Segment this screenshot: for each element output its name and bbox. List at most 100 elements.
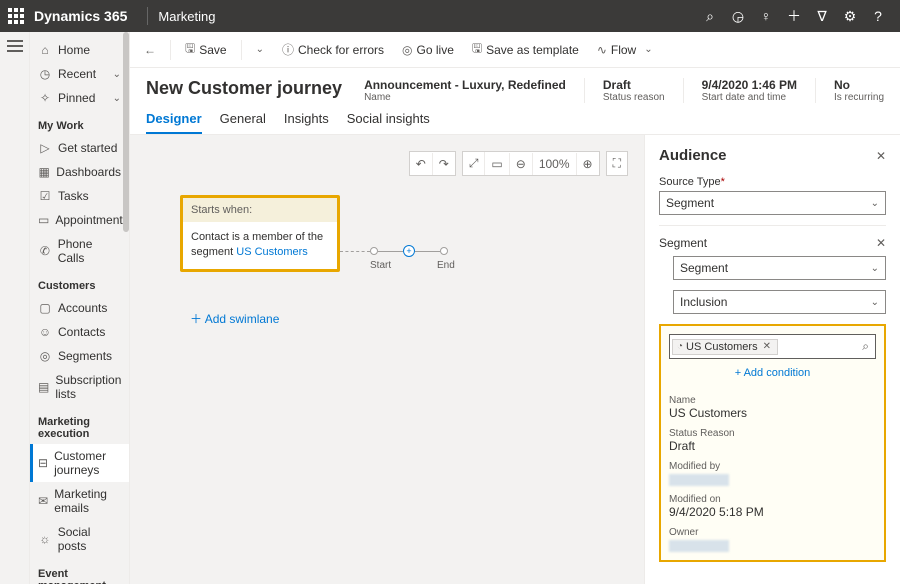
minimap-button[interactable]: ▭ bbox=[485, 153, 509, 175]
tab-insights[interactable]: Insights bbox=[284, 111, 329, 134]
nav-icon: ⌂ bbox=[38, 43, 52, 57]
nav-label: Contacts bbox=[58, 325, 105, 339]
tab-general[interactable]: General bbox=[220, 111, 266, 134]
nav-label: Social posts bbox=[58, 525, 121, 553]
nav-icon: ▦ bbox=[38, 165, 50, 179]
add-swimlane-button[interactable]: ＋ Add swimlane bbox=[190, 310, 279, 327]
check-label: Check for errors bbox=[298, 43, 384, 57]
chevron-down-icon: ⌄ bbox=[113, 93, 121, 104]
zoom-out-button[interactable]: ⊖ bbox=[510, 153, 533, 175]
nav-icon: ✆ bbox=[38, 244, 52, 258]
sidebar-item-marketing-emails[interactable]: ✉Marketing emails bbox=[30, 482, 129, 520]
sidebar-item-appointments[interactable]: ▭Appointments bbox=[30, 208, 129, 232]
flow-button[interactable]: ∿Flow⌄ bbox=[593, 40, 661, 60]
meta-value: 9/4/2020 1:46 PM bbox=[702, 78, 797, 92]
nav-group: Event management bbox=[30, 558, 129, 584]
sidebar-item-home[interactable]: ⌂Home bbox=[30, 38, 129, 62]
addlane-label: Add swimlane bbox=[205, 312, 280, 326]
chevron-down-icon: ⌄ bbox=[113, 69, 121, 80]
close-panel-button[interactable]: ✕ bbox=[876, 149, 886, 163]
sidebar-item-dashboards[interactable]: ▦Dashboards bbox=[30, 160, 129, 184]
segment-detail-highlight: ◔US Customers✕ ⌕ + Add condition NameUS … bbox=[659, 324, 886, 562]
sidebar-item-segments[interactable]: ◎Segments bbox=[30, 344, 129, 368]
designer-canvas[interactable]: ↶↷ ⤢▭⊖100%⊕ ⛶ Starts when: Contact is a … bbox=[130, 135, 644, 584]
flow-connector: + bbox=[340, 245, 448, 257]
meta-label: Is recurring bbox=[834, 92, 884, 103]
segment-lookup-input[interactable]: ◔US Customers✕ ⌕ bbox=[669, 334, 876, 359]
header-meta-cell: DraftStatus reason bbox=[603, 78, 665, 103]
canvas-toolbar: ↶↷ ⤢▭⊖100%⊕ ⛶ bbox=[409, 151, 628, 176]
start-label: Start bbox=[370, 260, 391, 271]
sidebar-item-phone-calls[interactable]: ✆Phone Calls bbox=[30, 232, 129, 270]
tab-list: Designer General Insights Social insights bbox=[130, 103, 900, 135]
sidebar-item-recent[interactable]: ◷Recent⌄ bbox=[30, 62, 129, 86]
segment-link[interactable]: US Customers bbox=[236, 246, 308, 258]
sidebar-scrollbar[interactable] bbox=[123, 32, 129, 232]
lightbulb-icon[interactable]: ♀ bbox=[752, 8, 780, 24]
expand-button[interactable]: ⤢ bbox=[463, 152, 486, 175]
tab-social-insights[interactable]: Social insights bbox=[347, 111, 430, 134]
hamburger-icon[interactable] bbox=[7, 40, 23, 52]
gear-icon[interactable]: ⚙ bbox=[836, 8, 864, 25]
nav-group: Marketing execution bbox=[30, 406, 129, 444]
filter-icon[interactable]: ∇ bbox=[808, 8, 836, 25]
segment-type-select[interactable]: Segment⌄ bbox=[673, 256, 886, 280]
sidebar-item-accounts[interactable]: ▢Accounts bbox=[30, 296, 129, 320]
sidebar-item-get-started[interactable]: ▷Get started bbox=[30, 136, 129, 160]
end-node[interactable] bbox=[440, 247, 448, 255]
nav-icon: ▭ bbox=[38, 213, 49, 227]
help-icon[interactable]: ? bbox=[864, 8, 892, 24]
journey-start-tile[interactable]: Starts when: Contact is a member of the … bbox=[180, 195, 340, 272]
save-button[interactable]: 🖫Save bbox=[181, 36, 231, 63]
detail-label: Modified on bbox=[669, 494, 876, 505]
nav-label: Marketing emails bbox=[54, 487, 121, 515]
sidebar-item-pinned[interactable]: ✧Pinned⌄ bbox=[30, 86, 129, 110]
segment-chip: ◔US Customers✕ bbox=[672, 339, 778, 355]
flow-label: Flow bbox=[611, 43, 636, 57]
sidebar-item-tasks[interactable]: ☑Tasks bbox=[30, 184, 129, 208]
detail-value: US Customers bbox=[669, 406, 876, 420]
chevron-down-icon: ⌄ bbox=[871, 297, 879, 308]
source-type-select[interactable]: Segment⌄ bbox=[659, 191, 886, 215]
meta-value: No bbox=[834, 78, 884, 92]
back-button[interactable]: ← bbox=[140, 40, 160, 60]
save-template-button[interactable]: 🖫Save as template bbox=[468, 36, 583, 63]
nav-icon: ▢ bbox=[38, 301, 52, 315]
add-node-button[interactable]: + bbox=[403, 245, 415, 257]
sidebar: ⌂Home◷Recent⌄✧Pinned⌄My Work▷Get started… bbox=[30, 32, 130, 584]
nav-label: Subscription lists bbox=[55, 373, 121, 401]
lookup-search-icon[interactable]: ⌕ bbox=[858, 337, 873, 356]
search-icon[interactable]: ⌕ bbox=[696, 8, 724, 25]
tile-body: Contact is a member of the segment US Cu… bbox=[183, 222, 337, 269]
add-condition-button[interactable]: + Add condition bbox=[669, 359, 876, 387]
nav-icon: ✧ bbox=[38, 91, 52, 105]
redo-button[interactable]: ↷ bbox=[433, 153, 455, 175]
chevron-down-icon: ⌄ bbox=[871, 263, 879, 274]
sidebar-item-subscription-lists[interactable]: ▤Subscription lists bbox=[30, 368, 129, 406]
detail-value: Draft bbox=[669, 439, 876, 453]
task-icon[interactable]: ◶ bbox=[724, 8, 752, 25]
check-errors-button[interactable]: ⓘCheck for errors bbox=[278, 38, 388, 61]
sidebar-item-social-posts[interactable]: ☼Social posts bbox=[30, 520, 129, 558]
remove-segment-button[interactable]: ✕ bbox=[876, 236, 886, 250]
go-live-button[interactable]: ◎Go live bbox=[398, 40, 458, 60]
save-dropdown[interactable]: ⌄ bbox=[252, 44, 268, 55]
sidebar-item-contacts[interactable]: ☺Contacts bbox=[30, 320, 129, 344]
meta-label: Name bbox=[364, 92, 566, 103]
nav-group: Customers bbox=[30, 270, 129, 296]
detail-label: Modified by bbox=[669, 461, 876, 472]
fit-button[interactable]: ⛶ bbox=[607, 152, 627, 175]
nav-label: Get started bbox=[58, 141, 117, 155]
remove-chip-button[interactable]: ✕ bbox=[761, 341, 773, 352]
app-launcher-icon[interactable] bbox=[8, 8, 24, 24]
header-meta-cell: 9/4/2020 1:46 PMStart date and time bbox=[702, 78, 797, 103]
sidebar-item-customer-journeys[interactable]: ⊟Customer journeys bbox=[30, 444, 129, 482]
undo-button[interactable]: ↶ bbox=[410, 153, 433, 175]
topbar-divider bbox=[147, 7, 148, 25]
tab-designer[interactable]: Designer bbox=[146, 111, 202, 134]
nav-icon: ⊟ bbox=[38, 456, 48, 470]
inclusion-select[interactable]: Inclusion⌄ bbox=[673, 290, 886, 314]
plus-icon[interactable]: ＋ bbox=[780, 6, 808, 26]
zoom-in-button[interactable]: ⊕ bbox=[577, 153, 599, 175]
start-node[interactable] bbox=[370, 247, 378, 255]
